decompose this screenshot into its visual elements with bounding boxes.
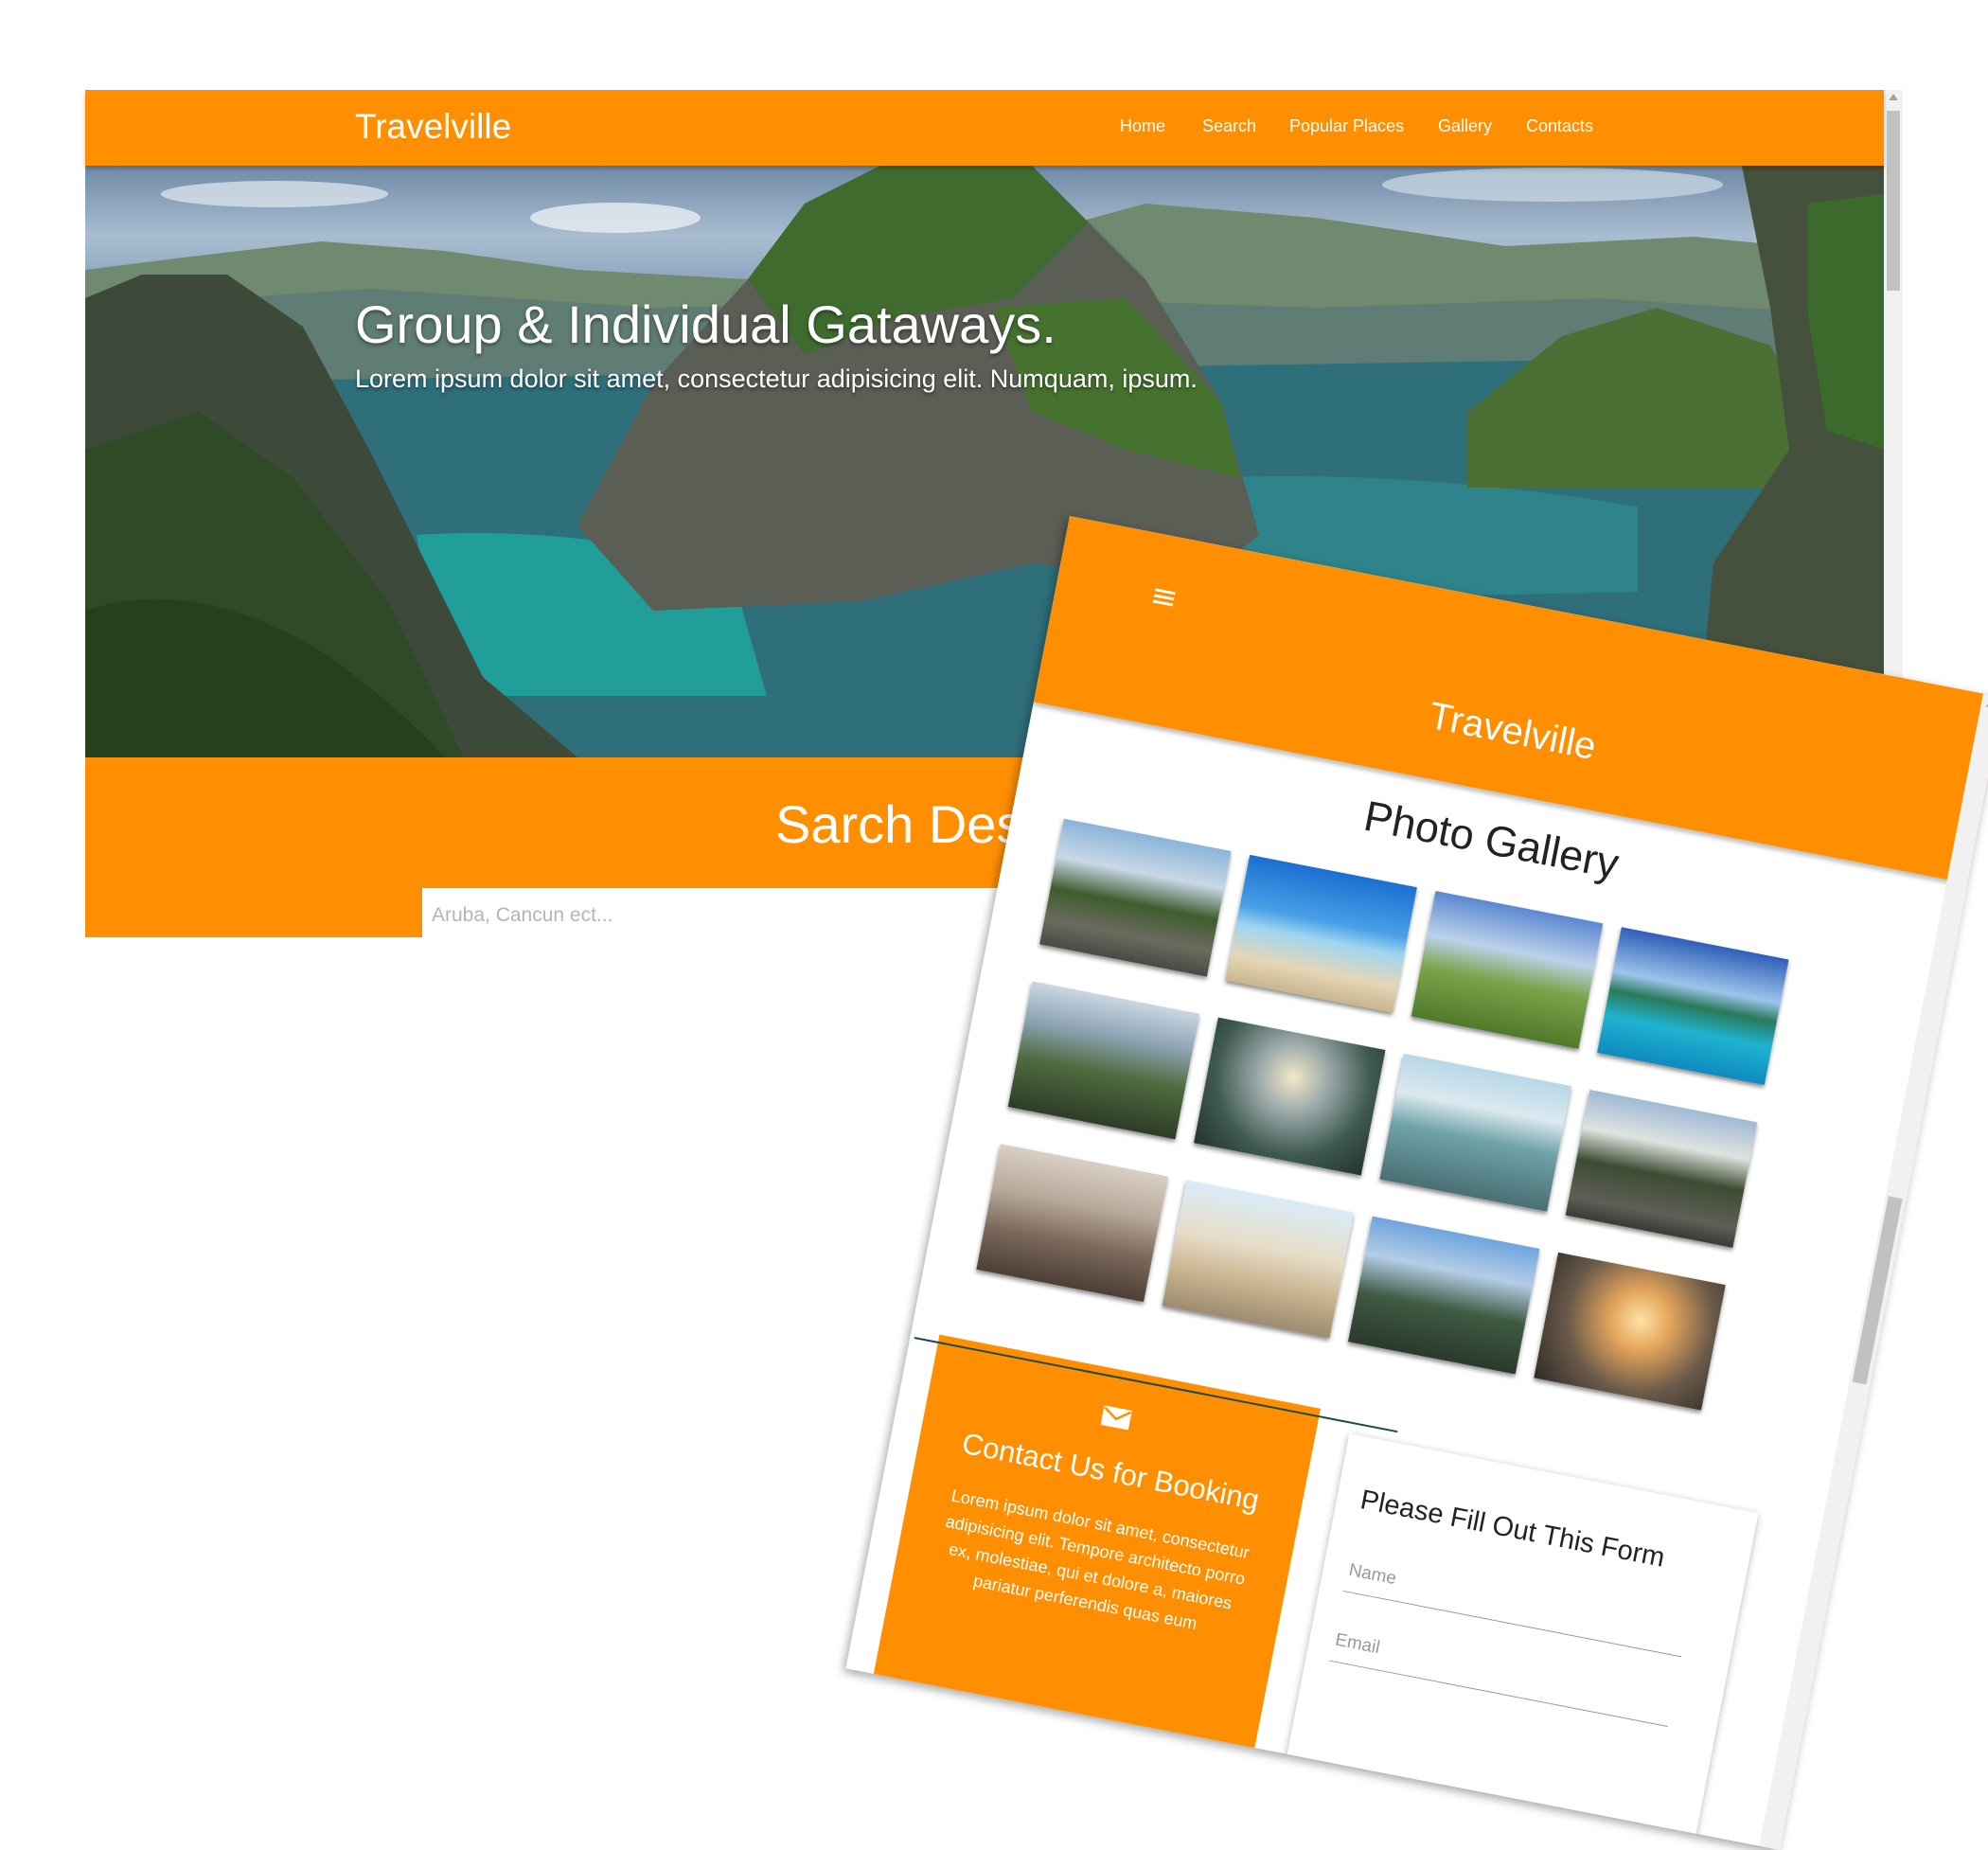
gallery-photo-couple-mountains[interactable] — [1007, 981, 1200, 1140]
gallery-photo-temple-gate[interactable] — [1347, 1216, 1540, 1375]
gallery-photo-overwater-bungalows[interactable] — [1597, 927, 1789, 1086]
gallery-photo-palm-road-2[interactable] — [1565, 1089, 1758, 1248]
hero-subtitle: Lorem ipsum dolor sit amet, consectetur … — [355, 365, 1198, 393]
booking-form-card: Please Fill Out This Form — [1280, 1433, 1759, 1850]
nav-popular-places[interactable]: Popular Places — [1289, 116, 1404, 136]
site-logo[interactable]: Travelville — [355, 107, 511, 147]
desktop-navbar: Travelville Home Search Popular Places G… — [85, 90, 1884, 166]
envelope-icon — [1100, 1405, 1132, 1431]
nav-home[interactable]: Home — [1120, 116, 1165, 136]
gallery-photo-river-meditation[interactable] — [1379, 1053, 1571, 1212]
gallery-photo-balloons-city[interactable] — [976, 1144, 1168, 1303]
contact-card: Contact Us for Booking Lorem ipsum dolor… — [861, 1334, 1321, 1808]
gallery-photo-beach-woman[interactable] — [1225, 854, 1417, 1013]
nav-contacts[interactable]: Contacts — [1526, 116, 1593, 136]
gallery-photo-mountain-hiker[interactable] — [1411, 891, 1604, 1049]
gallery-photo-ruins-traveler[interactable] — [1162, 1180, 1355, 1339]
hero-title: Group & Individual Gataways. — [355, 294, 1056, 354]
gallery-photo-cloudy-valley[interactable] — [1194, 1017, 1386, 1176]
scroll-up-arrow-icon[interactable] — [1889, 94, 1898, 100]
desktop-scrollbar-thumb[interactable] — [1887, 111, 1900, 291]
nav-search[interactable]: Search — [1202, 116, 1256, 136]
nav-gallery[interactable]: Gallery — [1438, 116, 1492, 136]
hamburger-icon[interactable]: ≡ — [1147, 576, 1181, 618]
gallery-photo-palm-road[interactable] — [1039, 818, 1232, 977]
gallery-photo-tent-sunset[interactable] — [1534, 1252, 1726, 1411]
